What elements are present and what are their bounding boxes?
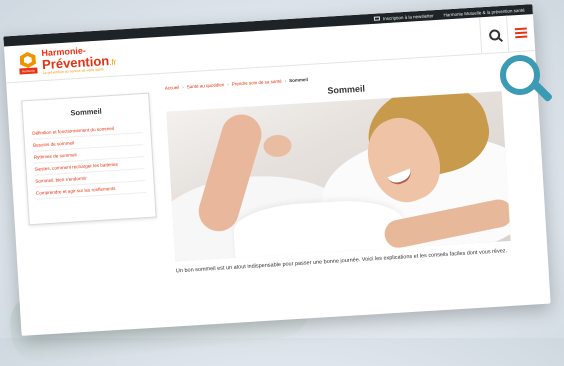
breadcrumb-sante-quotidien[interactable]: Santé au quotidien <box>187 82 225 89</box>
breadcrumb-separator: › <box>284 78 287 84</box>
magnifier-icon <box>500 55 554 103</box>
breadcrumb-current: Sommeil <box>289 76 309 84</box>
sidebar-menu: Sommeil Définition et fonctionnement du … <box>21 92 157 226</box>
website-card: Inscription à la newsletter Harmonie Mut… <box>3 4 551 336</box>
header-actions <box>479 14 536 54</box>
main-content: Accueil › Santé au quotidien › Prendre s… <box>165 64 538 277</box>
brand-suffix: .fr <box>109 57 117 67</box>
sidebar-title: Sommeil <box>70 106 102 118</box>
menu-button[interactable] <box>506 14 536 52</box>
mail-icon <box>373 16 380 21</box>
search-button[interactable] <box>479 15 509 54</box>
site-logo[interactable]: Harmonie Harmonie- Prévention.fr La prév… <box>18 44 117 76</box>
hero-image <box>166 91 511 262</box>
brand-name: Harmonie- Prévention.fr La prévention au… <box>41 44 117 75</box>
newsletter-label: Inscription à la newsletter <box>382 12 434 21</box>
hamburger-menu-icon <box>514 27 528 39</box>
search-icon <box>488 28 500 41</box>
breadcrumb-home[interactable]: Accueil <box>165 85 180 91</box>
logo-tag: Harmonie <box>19 67 38 75</box>
breadcrumb-separator: › <box>227 81 229 87</box>
page-content: Sommeil Définition et fonctionnement du … <box>6 51 547 286</box>
breadcrumb-prendre-soin[interactable]: Prendre soin de sa santé <box>232 79 282 87</box>
logo-mark-icon: Harmonie <box>18 51 38 75</box>
breadcrumb-separator: › <box>182 84 184 90</box>
